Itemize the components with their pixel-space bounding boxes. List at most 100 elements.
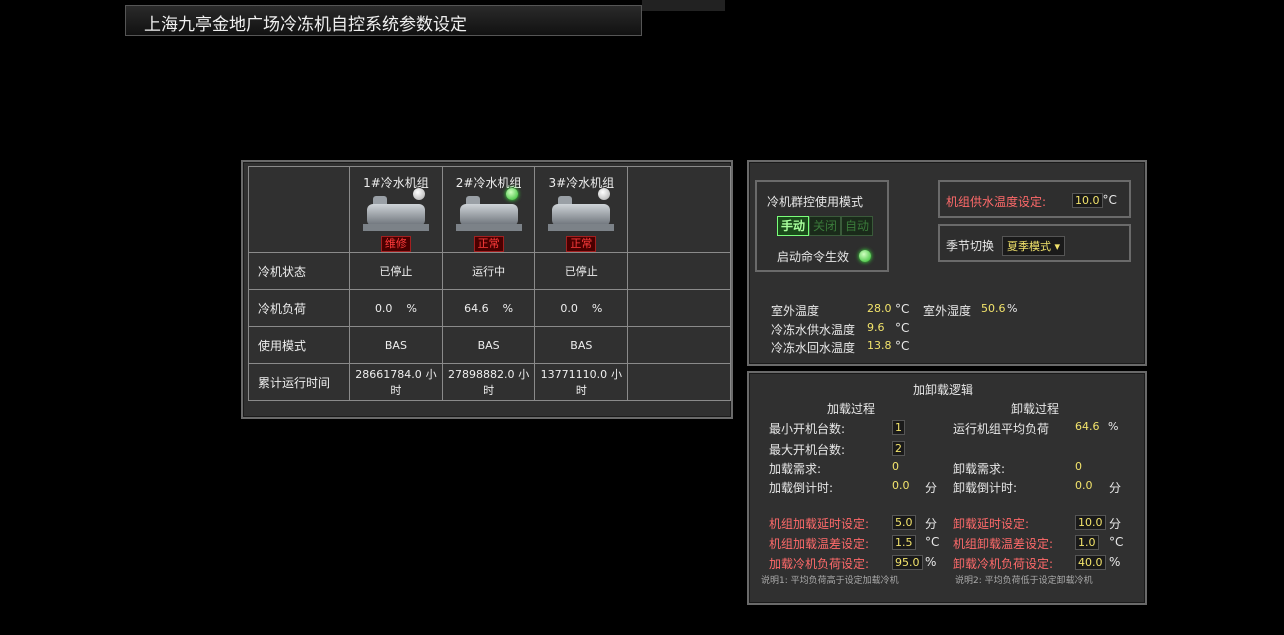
unload-countdown-label: 卸载倒计时: bbox=[953, 481, 1018, 495]
load-logic-panel: 加卸载逻辑 加载过程 卸载过程 最小开机台数: 1 运行机组平均负荷 64.6 … bbox=[747, 371, 1147, 605]
chiller-3-name: 3#冷水机组 bbox=[548, 176, 615, 190]
chiller-2-load: 64.6% bbox=[441, 289, 536, 327]
corner-cell bbox=[247, 166, 351, 253]
unload-demand-value: 0 bbox=[1075, 460, 1082, 473]
chiller-2-badge: 正常 bbox=[473, 236, 504, 252]
avg-load-label: 运行机组平均负荷 bbox=[953, 422, 1050, 436]
status-row-label: 冷机状态 bbox=[247, 252, 351, 290]
chiller-3-load: 0.0% bbox=[534, 289, 629, 327]
outdoor-temp-unit: °C bbox=[895, 302, 910, 316]
chiller-2-status: 运行中 bbox=[441, 252, 536, 290]
load-demand-label: 加载需求: bbox=[769, 462, 822, 476]
load-countdown-unit: 分 bbox=[925, 481, 938, 495]
unload-pct-input[interactable]: 40.0 bbox=[1075, 555, 1106, 570]
chiller-1-status: 已停止 bbox=[349, 252, 443, 290]
unload-delay-input[interactable]: 10.0 bbox=[1075, 515, 1106, 530]
off-button[interactable]: 关闭 bbox=[809, 216, 841, 236]
unload-countdown-value: 0.0 bbox=[1075, 479, 1093, 492]
chiller-table: 1#冷水机组 维修 2#冷水机组 正常 3#冷水机组 正常 冷机状态 已停止 运… bbox=[247, 166, 731, 401]
unload-delay-unit: 分 bbox=[1109, 517, 1122, 531]
chiller-1-runtime: 28661784.0 小时 bbox=[349, 363, 443, 401]
load-process-title: 加载过程 bbox=[827, 402, 876, 416]
chiller-3-status: 已停止 bbox=[534, 252, 629, 290]
chw-return-label: 冷冻水回水温度 bbox=[771, 341, 856, 355]
start-cmd-label: 启动命令生效 bbox=[777, 250, 850, 264]
unload-tdiff-unit: °C bbox=[1109, 535, 1124, 549]
chiller-3-runtime: 13771110.0 小时 bbox=[534, 363, 629, 401]
chiller-2-name: 2#冷水机组 bbox=[455, 176, 522, 190]
unload-delay-label: 卸载延时设定: bbox=[953, 517, 1030, 531]
mode-switch: 手动 关闭 自动 bbox=[777, 216, 873, 236]
season-box: 季节切换 夏季模式 ▾ bbox=[938, 224, 1131, 262]
chw-return-unit: °C bbox=[895, 339, 910, 353]
load-logic-title: 加卸载逻辑 bbox=[913, 383, 974, 397]
min-units-label: 最小开机台数: bbox=[769, 422, 846, 436]
season-dropdown[interactable]: 夏季模式 ▾ bbox=[1002, 236, 1066, 256]
load-demand-value: 0 bbox=[892, 460, 899, 473]
supply-temp-setpoint[interactable]: 10.0 °C bbox=[1072, 193, 1117, 208]
unload-tdiff-input[interactable]: 1.0 bbox=[1075, 535, 1099, 550]
load-delay-input[interactable]: 5.0 bbox=[892, 515, 916, 530]
chiller-1-mode: BAS bbox=[349, 326, 443, 364]
load-countdown-label: 加载倒计时: bbox=[769, 481, 834, 495]
chw-supply-unit: °C bbox=[895, 321, 910, 335]
chiller-1-badge: 维修 bbox=[380, 236, 411, 252]
max-units-label: 最大开机台数: bbox=[769, 443, 846, 457]
load-tdiff-input[interactable]: 1.5 bbox=[892, 535, 916, 550]
season-label: 季节切换 bbox=[946, 239, 995, 253]
load-tdiff-unit: °C bbox=[925, 535, 940, 549]
supply-temp-label: 机组供水温度设定: bbox=[946, 195, 1047, 209]
avg-load-value: 64.6 bbox=[1075, 420, 1100, 433]
chiller-3-mode: BAS bbox=[534, 326, 629, 364]
load-delay-label: 机组加载延时设定: bbox=[769, 517, 870, 531]
unload-pct-unit: % bbox=[1109, 555, 1121, 569]
mode-row-label: 使用模式 bbox=[247, 326, 351, 364]
chiller-3-lamp-icon bbox=[598, 188, 611, 200]
note-2: 说明2: 平均负荷低于设定卸载冷机 bbox=[955, 576, 1093, 586]
load-countdown-value: 0.0 bbox=[892, 479, 910, 492]
load-pct-unit: % bbox=[925, 555, 937, 569]
load-tdiff-label: 机组加载温差设定: bbox=[769, 537, 870, 551]
chiller-1-load: 0.0% bbox=[349, 289, 443, 327]
chiller-2-mode: BAS bbox=[441, 326, 536, 364]
group-mode-label: 冷机群控使用模式 bbox=[767, 195, 864, 209]
chw-return-value: 13.8 bbox=[867, 339, 892, 352]
avg-load-unit: % bbox=[1108, 420, 1119, 433]
load-row-label: 冷机负荷 bbox=[247, 289, 351, 327]
note-1: 说明1: 平均负荷高于设定加载冷机 bbox=[761, 576, 899, 586]
chiller-2-lamp-icon bbox=[505, 188, 518, 200]
unload-pct-label: 卸载冷机负荷设定: bbox=[953, 557, 1054, 571]
min-units-input[interactable]: 1 bbox=[892, 420, 905, 435]
chiller-3-icon bbox=[548, 188, 615, 234]
page-title: 上海九亭金地广场冷冻机自控系统参数设定 bbox=[144, 15, 467, 35]
chiller-3-badge: 正常 bbox=[566, 236, 597, 252]
chiller-1-header[interactable]: 1#冷水机组 维修 bbox=[349, 166, 443, 253]
unload-demand-label: 卸载需求: bbox=[953, 462, 1006, 476]
supply-temp-box: 机组供水温度设定: 10.0 °C bbox=[938, 180, 1131, 218]
chw-supply-label: 冷冻水供水温度 bbox=[771, 323, 856, 337]
control-panel: 冷机群控使用模式 手动 关闭 自动 启动命令生效 机组供水温度设定: 10.0 °… bbox=[747, 160, 1147, 366]
outdoor-temp-label: 室外温度 bbox=[771, 304, 820, 318]
chiller-1-icon bbox=[362, 188, 429, 234]
load-delay-unit: 分 bbox=[925, 517, 938, 531]
top-strip bbox=[642, 0, 725, 11]
max-units-input[interactable]: 2 bbox=[892, 441, 905, 456]
outdoor-hum-label: 室外湿度 bbox=[923, 304, 972, 318]
outdoor-hum-unit: % bbox=[1007, 302, 1018, 315]
outdoor-temp-value: 28.0 bbox=[867, 302, 892, 315]
chiller-1-name: 1#冷水机组 bbox=[363, 176, 429, 190]
auto-button[interactable]: 自动 bbox=[841, 216, 873, 236]
chiller-1-lamp-icon bbox=[412, 188, 425, 200]
load-pct-input[interactable]: 95.0 bbox=[892, 555, 923, 570]
empty-cell bbox=[627, 166, 731, 253]
title-bar: 上海九亭金地广场冷冻机自控系统参数设定 bbox=[125, 5, 642, 36]
load-pct-label: 加载冷机负荷设定: bbox=[769, 557, 870, 571]
chw-supply-value: 9.6 bbox=[867, 321, 885, 334]
chiller-status-panel: 1#冷水机组 维修 2#冷水机组 正常 3#冷水机组 正常 冷机状态 已停止 运… bbox=[241, 160, 733, 419]
caret-down-icon: ▾ bbox=[1054, 240, 1061, 253]
chiller-3-header[interactable]: 3#冷水机组 正常 bbox=[534, 166, 629, 253]
chiller-2-header[interactable]: 2#冷水机组 正常 bbox=[441, 166, 536, 253]
manual-button[interactable]: 手动 bbox=[777, 216, 809, 236]
start-cmd-lamp-icon bbox=[859, 250, 871, 262]
chiller-2-runtime: 27898882.0 小时 bbox=[441, 363, 536, 401]
